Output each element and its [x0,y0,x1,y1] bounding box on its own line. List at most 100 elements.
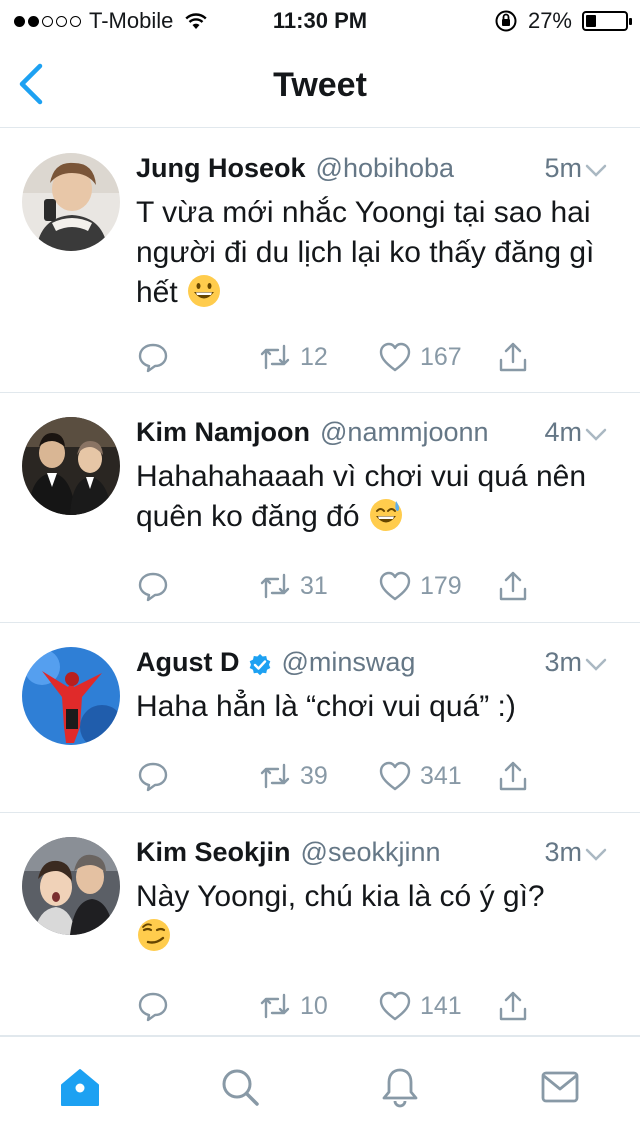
retweet-count: 12 [300,342,328,371]
like-button[interactable]: 341 [378,756,462,796]
display-name[interactable]: Kim Seokjin [136,837,291,868]
retweet-button[interactable]: 10 [258,986,328,1026]
retweet-button[interactable]: 39 [258,756,328,796]
tab-bar [0,1036,640,1136]
share-button[interactable] [496,337,530,377]
tweet-text: T vừa mới nhắc Yoongi tại sao hai người … [136,193,616,313]
heart-icon [379,991,411,1021]
tab-search[interactable] [218,1065,262,1109]
reply-button[interactable] [136,337,170,377]
tweet-timestamp: 5m [544,153,582,183]
tab-notifications[interactable] [378,1065,422,1109]
messages-icon [541,1071,579,1103]
heart-icon [379,342,411,372]
tab-home[interactable] [58,1065,102,1109]
tweet-timestamp: 3m [544,837,582,867]
like-count: 179 [420,571,462,600]
retweet-icon [260,993,290,1019]
tweet-actions: 39 341 [136,756,556,796]
tweet-header: Jung Hoseok @hobihoba [136,153,610,189]
reply-button[interactable] [136,986,170,1026]
rotation-lock-icon [495,10,517,32]
tweet-actions: 10 141 [136,986,556,1026]
smirking-face-emoji-icon [138,919,170,951]
status-right: 27% [494,8,632,34]
avatar[interactable] [22,153,120,251]
tweet-header: Kim Seokjin @seokkjinn [136,837,610,873]
tweet-header: Agust D @minswag [136,647,610,683]
tab-messages[interactable] [538,1065,582,1109]
tweet-text: Haha hẳn là “chơi vui quá” :) [136,687,616,727]
tweet-timestamp: 3m [544,647,582,677]
tweet-actions: 31 179 [136,566,556,606]
retweet-count: 39 [300,761,328,790]
avatar[interactable] [22,837,120,935]
tweet-body: Haha hẳn là “chơi vui quá” :) [136,690,516,723]
user-handle[interactable]: @minswag [282,647,416,678]
share-icon [499,571,527,601]
reply-button[interactable] [136,756,170,796]
heart-icon [379,761,411,791]
like-button[interactable]: 167 [378,337,462,377]
tweet-body: Này Yoongi, chú kia là có ý gì? [136,880,545,913]
chevron-down-icon[interactable] [584,657,608,673]
tweet[interactable]: Kim Seokjin @seokkjinn 3m Này Yoongi, ch… [0,813,640,1036]
avatar[interactable] [22,647,120,745]
reply-icon [138,762,168,792]
verified-badge-icon [249,654,270,676]
heart-icon [379,571,411,601]
avatar[interactable] [22,417,120,515]
share-button[interactable] [496,986,530,1026]
like-count: 141 [420,991,462,1020]
tweet[interactable]: Jung Hoseok @hobihoba 5m T vừa mới nhắc … [0,129,640,393]
tweet-timestamp: 4m [544,417,582,447]
like-count: 167 [420,342,462,371]
tweet-text: Này Yoongi, chú kia là có ý gì? [136,877,616,957]
retweet-icon [260,573,290,599]
status-bar: T-Mobile 11:30 PM 27% [0,0,640,40]
reply-icon [138,992,168,1022]
share-button[interactable] [496,756,530,796]
chevron-down-icon[interactable] [584,427,608,443]
retweet-icon [260,344,290,370]
grinning-face-emoji-icon [188,275,221,307]
search-icon [222,1069,259,1106]
user-handle[interactable]: @seokkjinn [301,837,441,868]
user-handle[interactable]: @nammjoonn [320,417,489,448]
tweet-header: Kim Namjoon @nammjoonn [136,417,610,453]
like-button[interactable]: 179 [378,566,462,606]
reply-icon [138,572,168,602]
tweet[interactable]: Kim Namjoon @nammjoonn 4m Hahahahaaah vì… [0,393,640,623]
reply-icon [138,343,168,373]
share-icon [499,342,527,372]
page-title: Tweet [273,66,367,104]
share-icon [499,761,527,791]
retweet-count: 10 [300,991,328,1020]
display-name[interactable]: Kim Namjoon [136,417,310,448]
display-name[interactable]: Agust D [136,647,240,678]
like-button[interactable]: 141 [378,986,462,1026]
retweet-button[interactable]: 12 [258,337,328,377]
share-button[interactable] [496,566,530,606]
display-name[interactable]: Jung Hoseok [136,153,306,184]
battery-level [586,15,596,27]
user-handle[interactable]: @hobihoba [316,153,455,184]
retweet-count: 31 [300,571,328,600]
grinning-face-with-sweat-emoji-icon [369,499,402,531]
battery-percent: 27% [527,8,572,33]
tweet-body: Hahahahaaah vì chơi vui quá nên quên ko … [136,460,586,533]
retweet-button[interactable]: 31 [258,566,328,606]
chevron-down-icon[interactable] [584,163,608,179]
tweet-text: Hahahahaaah vì chơi vui quá nên quên ko … [136,457,616,537]
home-icon [61,1069,99,1106]
retweet-icon [260,763,290,789]
notifications-icon [382,1068,418,1108]
chevron-down-icon[interactable] [584,847,608,863]
battery-icon [582,11,632,31]
share-icon [499,991,527,1021]
reply-button[interactable] [136,566,170,606]
tweet-actions: 12 167 [136,337,556,377]
tweet[interactable]: Agust D @minswag 3m Haha hẳn là “chơi vu… [0,623,640,813]
like-count: 341 [420,761,462,790]
nav-bar: Tweet [0,40,640,128]
